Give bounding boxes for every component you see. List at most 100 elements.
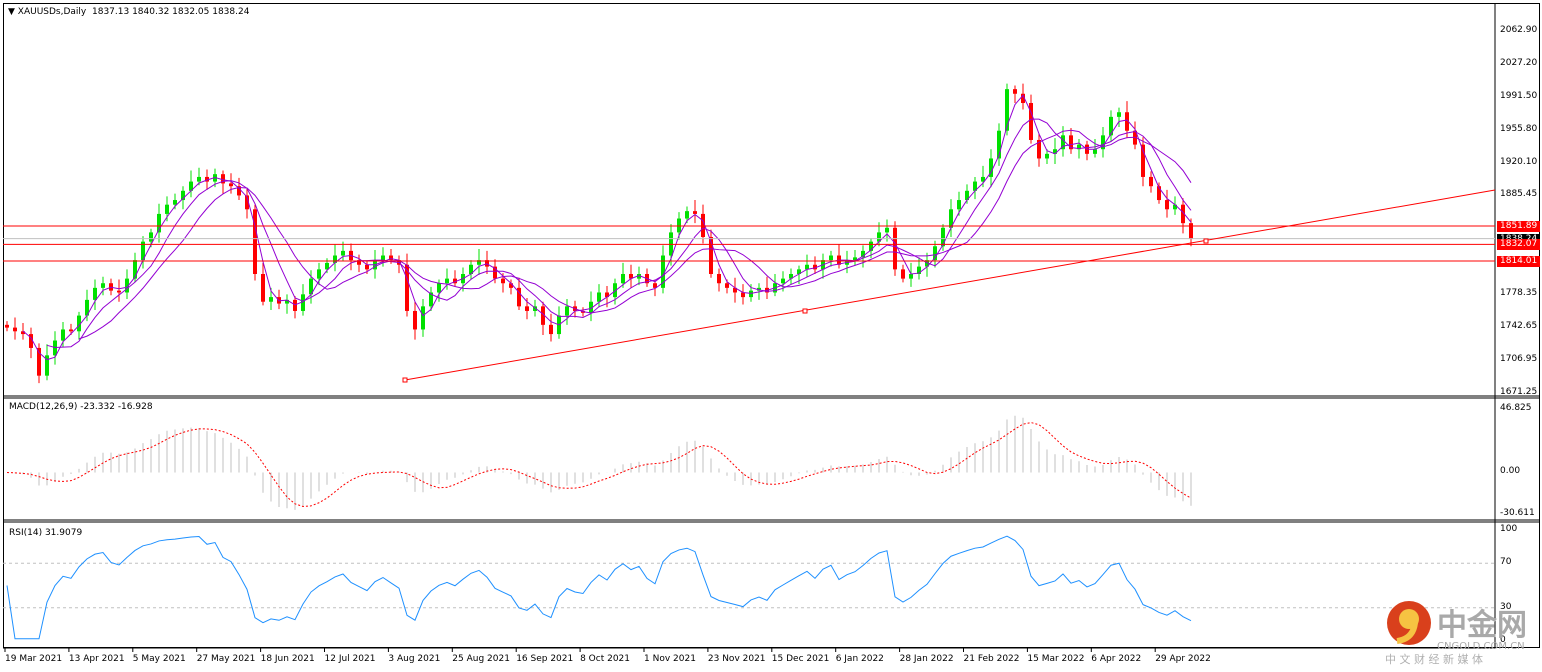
chart-canvas[interactable] xyxy=(0,0,1542,672)
candle-body xyxy=(1165,200,1169,210)
date-tick-label: 12 Jul 2021 xyxy=(324,654,376,664)
candle-body xyxy=(117,290,121,293)
dropdown-triangle-icon[interactable]: ▼ xyxy=(8,7,15,17)
date-tick-label: 27 May 2021 xyxy=(196,654,256,664)
moving-average-line xyxy=(46,118,1192,348)
candle-body xyxy=(413,310,417,330)
date-tick-label: 28 Jan 2022 xyxy=(899,654,954,664)
price-level-label: 1851.89 xyxy=(1497,221,1541,233)
price-level-label: 1832.07 xyxy=(1497,239,1541,251)
macd-signal-line xyxy=(6,422,1192,507)
candle-body xyxy=(1117,112,1121,117)
date-tick-label: 15 Mar 2022 xyxy=(1027,654,1085,664)
price-tick-label: 1742.65 xyxy=(1500,321,1538,331)
price-tick-label: 1671.25 xyxy=(1500,387,1538,397)
ohlc-readout: 1837.13 1840.32 1832.05 1838.24 xyxy=(92,7,250,17)
date-tick-label: 6 Apr 2022 xyxy=(1091,654,1142,664)
date-tick-label: 13 Apr 2021 xyxy=(68,654,125,664)
candle-body xyxy=(133,260,137,279)
candle-body xyxy=(501,278,505,284)
date-tick-label: 5 May 2021 xyxy=(132,654,186,664)
date-tick-label: 16 Sep 2021 xyxy=(516,654,574,664)
candle-body xyxy=(741,292,745,298)
svg-text:中金网: 中金网 xyxy=(1437,608,1527,643)
candle-body xyxy=(717,273,721,284)
rsi-tick-label: 70 xyxy=(1500,557,1512,568)
candle-body xyxy=(437,283,441,293)
candle-body xyxy=(693,211,697,214)
date-tick-label: 15 Dec 2021 xyxy=(771,654,830,664)
rsi-line xyxy=(6,535,1192,640)
candle-body xyxy=(93,287,97,300)
candle-body xyxy=(293,299,297,311)
moving-average-line xyxy=(22,94,1192,361)
date-tick-label: 23 Nov 2021 xyxy=(707,654,766,664)
candle-body xyxy=(597,292,601,302)
candle-body xyxy=(1013,89,1017,94)
price-tick-label: 2062.90 xyxy=(1500,25,1538,35)
rsi-label: RSI(14) 31.9079 xyxy=(9,528,83,538)
date-tick-label: 8 Oct 2021 xyxy=(580,654,631,664)
candle-body xyxy=(229,183,233,187)
price-tick-label: 2027.20 xyxy=(1500,57,1538,68)
candle-body xyxy=(269,297,273,302)
svg-text:中 文 财 经 新 媒 体: 中 文 财 经 新 媒 体 xyxy=(1385,652,1483,666)
candle-body xyxy=(781,278,785,284)
candle-body xyxy=(421,306,425,330)
date-tick-label: 25 Aug 2021 xyxy=(452,654,510,664)
date-tick-label: 21 Feb 2022 xyxy=(963,654,1020,664)
candle-body xyxy=(1189,223,1193,239)
candle-body xyxy=(885,227,889,233)
candle-body xyxy=(1093,149,1097,154)
candle-body xyxy=(317,269,321,279)
price-tick-label: 1885.45 xyxy=(1500,189,1538,200)
macd-label: MACD(12,26,9) -23.332 -16.928 xyxy=(9,402,153,412)
price-tick-label: 1778.35 xyxy=(1500,288,1538,298)
macd-tick-label: -30.611 xyxy=(1500,508,1535,518)
date-tick-label: 3 Aug 2021 xyxy=(388,654,441,664)
candle-body xyxy=(829,255,833,261)
date-tick-label: 1 Nov 2021 xyxy=(644,654,696,664)
candle-body xyxy=(101,283,105,288)
date-tick-label: 18 Jun 2021 xyxy=(260,654,315,664)
candle-body xyxy=(1005,89,1009,131)
candle-body xyxy=(381,255,385,261)
candle-body xyxy=(685,211,689,219)
candle-body xyxy=(621,273,625,284)
cngold-watermark-logo: 中金网 CNGOLD.COM.CN 中 文 财 经 新 媒 体 xyxy=(1385,597,1535,670)
candle-body xyxy=(1149,176,1153,187)
candle-body xyxy=(957,200,961,210)
candle-body xyxy=(61,329,65,341)
macd-tick-label: 0.00 xyxy=(1500,466,1521,477)
trendline-anchor xyxy=(1203,238,1209,244)
price-tick-label: 1920.10 xyxy=(1500,156,1538,167)
candle-body xyxy=(909,273,913,279)
moving-average-line xyxy=(78,129,1192,340)
price-tick-label: 1991.50 xyxy=(1500,90,1538,101)
price-tick-label: 1706.95 xyxy=(1500,354,1538,364)
candle-body xyxy=(13,327,17,332)
candle-body xyxy=(197,176,201,182)
candle-body xyxy=(365,264,369,270)
price-tick-label: 1955.80 xyxy=(1500,123,1538,134)
candle-body xyxy=(253,209,257,274)
candle-body xyxy=(69,329,73,332)
svg-text:CNGOLD.COM.CN: CNGOLD.COM.CN xyxy=(1437,641,1525,652)
candle-body xyxy=(725,283,729,288)
rsi-tick-label: 100 xyxy=(1500,524,1518,534)
candle-body xyxy=(445,278,449,284)
date-tick-label: 6 Jan 2022 xyxy=(835,654,884,664)
candle-body xyxy=(1109,116,1113,136)
candle-body xyxy=(5,324,9,328)
candle-body xyxy=(149,232,153,242)
candle-body xyxy=(1045,153,1049,159)
date-tick-label: 29 Apr 2022 xyxy=(1155,654,1211,664)
candle-body xyxy=(565,306,569,316)
candle-body xyxy=(901,269,905,279)
candle-body xyxy=(941,227,945,247)
trendline-anchor xyxy=(402,377,408,383)
candle-body xyxy=(173,200,177,205)
trendline-anchor xyxy=(802,308,808,314)
date-tick-label: 19 Mar 2021 xyxy=(5,654,63,664)
candle-body xyxy=(893,227,897,270)
